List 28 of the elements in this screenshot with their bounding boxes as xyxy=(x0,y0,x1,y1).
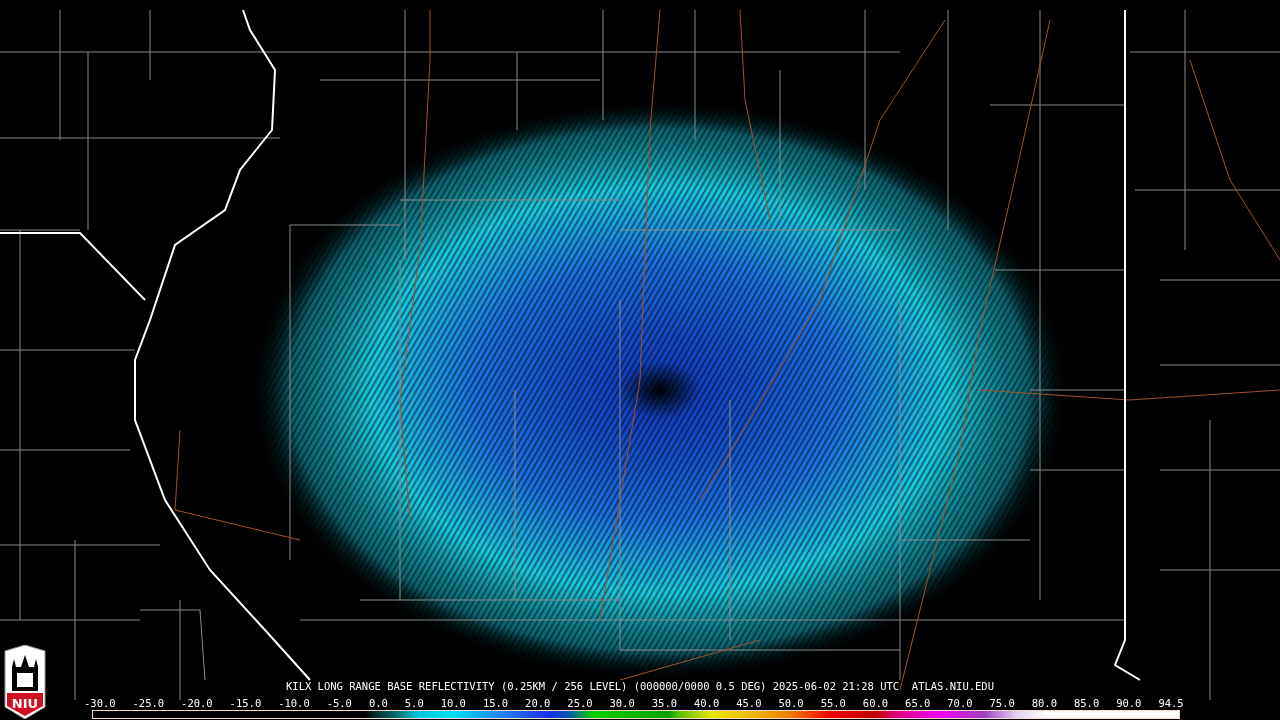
scale-label: 45.0 xyxy=(736,697,762,709)
scale-label: -15.0 xyxy=(229,697,262,709)
scale-label: 70.0 xyxy=(947,697,973,709)
logo-text: NIU xyxy=(10,697,40,711)
scale-label: 35.0 xyxy=(651,697,678,709)
scale-label: 80.0 xyxy=(1031,697,1057,709)
scale-label: -25.0 xyxy=(132,697,165,709)
scale-label: 85.0 xyxy=(1073,697,1100,709)
scale-label: 75.0 xyxy=(989,697,1015,709)
scale-label: 50.0 xyxy=(778,697,804,709)
scale-label: 94.5 xyxy=(1158,697,1184,709)
scale-label: 55.0 xyxy=(820,697,846,709)
product-caption: KILX LONG RANGE BASE REFLECTIVITY (0.25KM / 256 LEVEL) (000000/0000 0.5 DEG) 2025-06-02 21:28 UTC ATLAS.NIU.EDU xyxy=(286,680,994,692)
scale-label: -5.0 xyxy=(326,697,352,709)
scale-label: -30.0 xyxy=(84,697,116,709)
scale-label: 20.0 xyxy=(525,697,551,709)
scale-label: 5.0 xyxy=(404,697,424,709)
scale-label: 65.0 xyxy=(905,697,931,709)
scale-label: 60.0 xyxy=(862,697,889,709)
scale-label: 0.0 xyxy=(368,697,388,709)
scale-label: -10.0 xyxy=(278,697,310,709)
scale-label: 40.0 xyxy=(693,697,720,709)
scale-label: 25.0 xyxy=(567,697,593,709)
scale-label: 90.0 xyxy=(1116,697,1142,709)
scale-label: 30.0 xyxy=(609,697,635,709)
scale-label: 15.0 xyxy=(482,697,509,709)
scale-label: 10.0 xyxy=(440,697,466,709)
scale-label: -20.0 xyxy=(181,697,213,709)
